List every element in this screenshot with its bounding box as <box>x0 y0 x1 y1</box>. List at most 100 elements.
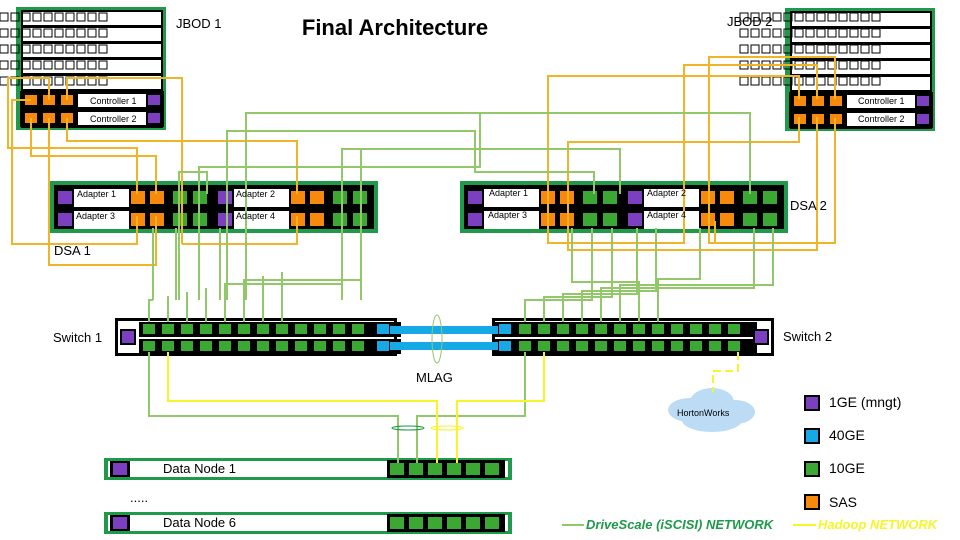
40ge-port <box>375 322 391 336</box>
mgmt-port <box>113 463 127 475</box>
40ge-port <box>375 339 391 353</box>
10ge-port <box>409 463 423 475</box>
mgmt-port <box>628 191 642 204</box>
drive-icon <box>772 76 782 86</box>
10ge-port <box>574 339 590 353</box>
10ge-port <box>485 463 499 475</box>
10ge-port <box>274 339 290 353</box>
10ge-port <box>743 213 757 226</box>
10ge-port <box>333 213 347 226</box>
sas-port <box>720 213 734 226</box>
10ge-port <box>198 339 214 353</box>
10ge-port <box>160 322 176 336</box>
dsa-1-adapter-3: Adapter 3 <box>76 211 116 221</box>
10ge-port <box>293 339 309 353</box>
10ge-port <box>447 517 461 529</box>
10ge-port <box>603 191 617 204</box>
10ge-port <box>236 339 252 353</box>
10ge-port <box>485 517 499 529</box>
10ge-port <box>669 339 685 353</box>
dsa-2-adapter-2: Adapter 2 <box>647 188 687 198</box>
mgmt-port <box>628 213 642 226</box>
ellipsis: ..... <box>130 490 149 505</box>
10ge-port <box>612 339 628 353</box>
drive-icon <box>761 76 771 86</box>
10ge-port <box>390 517 404 529</box>
drive-icon <box>739 44 749 54</box>
jbod-2-label: JBOD 2 <box>727 14 773 29</box>
drive-icon <box>761 44 771 54</box>
10ge-port <box>650 339 666 353</box>
sas-port <box>310 213 324 226</box>
mlag-label: MLAG <box>416 370 453 385</box>
10ge-port <box>650 322 666 336</box>
sas-port <box>310 191 324 204</box>
drive-icon <box>750 76 760 86</box>
10ge-port <box>593 322 609 336</box>
10ge-port <box>517 339 533 353</box>
legend-swatch <box>804 428 820 444</box>
mgmt-port <box>218 191 232 204</box>
legend-swatch <box>804 494 820 510</box>
10ge-port <box>293 322 309 336</box>
10ge-port <box>333 191 347 204</box>
dsa-1-label: DSA 1 <box>54 243 91 258</box>
10ge-port <box>466 517 480 529</box>
10ge-port <box>631 339 647 353</box>
10ge-port <box>707 322 723 336</box>
mgmt-port <box>753 329 769 345</box>
10ge-port <box>141 322 157 336</box>
cloud-label: HortonWorks <box>677 408 730 418</box>
10ge-port <box>631 322 647 336</box>
10ge-port <box>312 322 328 336</box>
iscsi-wire <box>148 352 399 463</box>
40ge-link <box>390 326 498 334</box>
10ge-port <box>331 322 347 336</box>
jbod-1-label: JBOD 1 <box>176 16 222 31</box>
10ge-port <box>707 339 723 353</box>
sas-port <box>720 191 734 204</box>
legend-swatch <box>804 395 820 411</box>
10ge-port <box>428 517 442 529</box>
10ge-port <box>390 463 404 475</box>
jbod-1-controller-2: Controller 2 <box>90 114 137 124</box>
diagram-canvas <box>0 7 935 534</box>
drive-icon <box>761 28 771 38</box>
10ge-port <box>688 322 704 336</box>
mgmt-port <box>148 113 160 123</box>
10ge-port <box>255 339 271 353</box>
drivescale-network-label: DriveScale (iSCISI) NETWORK <box>586 517 774 532</box>
switch-2-label: Switch 2 <box>783 329 833 344</box>
legend-10ge: 10GE <box>829 460 865 476</box>
drive-icon <box>0 44 9 54</box>
legend-swatch <box>804 461 820 477</box>
hadoop-wire <box>167 352 438 463</box>
dsa-1-adapter-2: Adapter 2 <box>236 189 276 199</box>
10ge-port <box>555 339 571 353</box>
dsa-1-adapter-4: Adapter 4 <box>236 211 276 221</box>
10ge-port <box>217 322 233 336</box>
10ge-port <box>688 339 704 353</box>
10ge-port <box>726 339 742 353</box>
10ge-port <box>612 322 628 336</box>
iscsi-wire <box>224 283 342 322</box>
drive-icon <box>739 28 749 38</box>
dsa-2-adapter-4: Adapter 4 <box>647 210 687 220</box>
dsa-1-adapter-1: Adapter 1 <box>77 189 117 199</box>
iscsi-wire <box>243 279 361 322</box>
diagram-title: Final Architecture <box>301 15 489 40</box>
legend-1ge: 1GE (mngt) <box>829 394 902 410</box>
10ge-port <box>593 339 609 353</box>
data-node-1-label: Data Node 1 <box>163 461 236 476</box>
mgmt-port <box>58 191 72 204</box>
10ge-port <box>274 322 290 336</box>
10ge-port <box>517 322 533 336</box>
10ge-port <box>217 339 233 353</box>
10ge-port <box>350 339 366 353</box>
10ge-port <box>583 213 597 226</box>
40ge-port <box>497 339 513 353</box>
hadoop-network-label: Hadoop NETWORK <box>818 517 938 532</box>
10ge-port <box>763 213 777 226</box>
10ge-port <box>536 322 552 336</box>
hadoop-uplink <box>712 352 739 392</box>
